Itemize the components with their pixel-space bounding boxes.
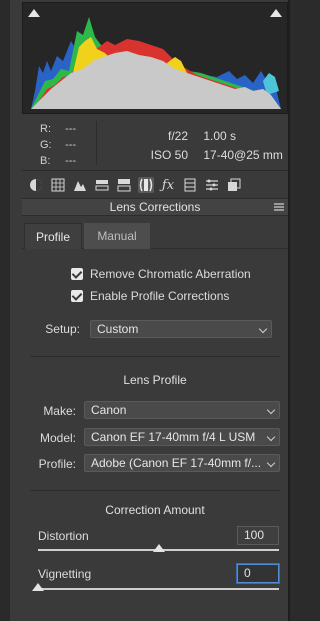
chevron-down-icon bbox=[266, 432, 276, 442]
rgb-readout: R: --- G: --- B: --- bbox=[40, 121, 76, 169]
panel-tabs-toolbar: ƒx bbox=[22, 173, 288, 197]
model-value: Canon EF 17-40mm f/4 L USM bbox=[91, 430, 256, 444]
correction-amount-heading: Correction Amount bbox=[105, 503, 205, 517]
distortion-slider-thumb[interactable] bbox=[152, 544, 165, 552]
remove-ca-option[interactable]: Remove Chromatic Aberration bbox=[71, 266, 251, 282]
snapshots-icon[interactable] bbox=[226, 177, 242, 193]
profile-value: Adobe (Canon EF 17-40mm f/... bbox=[91, 456, 262, 470]
profile-select[interactable]: Adobe (Canon EF 17-40mm f/... bbox=[84, 454, 280, 472]
setup-label: Setup: bbox=[45, 322, 80, 336]
presets-icon[interactable] bbox=[204, 177, 220, 193]
aperture-value: f/22 bbox=[167, 129, 188, 143]
split-toning-icon[interactable] bbox=[116, 177, 132, 193]
chevron-down-icon bbox=[266, 405, 276, 415]
lens-profile-heading: Lens Profile bbox=[123, 373, 187, 387]
green-readout: G: --- bbox=[40, 137, 76, 153]
make-value: Canon bbox=[91, 403, 127, 417]
chevron-down-icon bbox=[258, 324, 268, 334]
vignetting-slider-thumb[interactable] bbox=[32, 583, 44, 591]
remove-ca-checkbox[interactable] bbox=[71, 268, 83, 280]
blue-value: --- bbox=[65, 155, 77, 167]
model-select[interactable]: Canon EF 17-40mm f/4 L USM bbox=[84, 428, 280, 446]
image-info: R: --- G: --- B: --- f/22 1.00 s ISO 50 … bbox=[22, 117, 288, 171]
remove-ca-label: Remove Chromatic Aberration bbox=[90, 267, 251, 281]
distortion-label: Distortion bbox=[38, 529, 89, 543]
vignetting-slider-track[interactable] bbox=[38, 588, 279, 590]
model-label: Model: bbox=[39, 431, 76, 445]
histogram bbox=[22, 2, 288, 114]
lens-corrections-icon[interactable] bbox=[138, 177, 154, 193]
vignetting-label: Vignetting bbox=[38, 567, 92, 581]
red-readout: R: --- bbox=[40, 121, 76, 137]
green-label: G: bbox=[40, 139, 52, 151]
info-divider bbox=[96, 121, 97, 165]
red-value: --- bbox=[65, 123, 77, 135]
lens-corrections-panel: R: --- G: --- B: --- f/22 1.00 s ISO 50 … bbox=[0, 0, 290, 621]
lens-value: 17-40@25 mm bbox=[203, 148, 283, 162]
exif-info: f/22 1.00 s ISO 50 17-40@25 mm bbox=[140, 127, 283, 165]
fx-icon[interactable]: ƒx bbox=[160, 177, 176, 193]
tab-manual[interactable]: Manual bbox=[84, 223, 150, 249]
tab-profile[interactable]: Profile bbox=[24, 223, 82, 249]
distortion-input[interactable]: 100 bbox=[237, 526, 279, 545]
panel-header: Lens Corrections bbox=[22, 198, 288, 216]
histogram-graph bbox=[31, 17, 281, 109]
camera-calibration-icon[interactable] bbox=[182, 177, 198, 193]
make-select[interactable]: Canon bbox=[84, 401, 280, 419]
enable-profile-option[interactable]: Enable Profile Corrections bbox=[71, 288, 229, 304]
lens-tabs: Profile Manual bbox=[22, 223, 288, 249]
shutter-value: 1.00 s bbox=[203, 129, 237, 143]
enable-profile-label: Enable Profile Corrections bbox=[90, 289, 230, 303]
blue-label: B: bbox=[40, 155, 51, 167]
divider bbox=[30, 490, 280, 491]
setup-select[interactable]: Custom bbox=[90, 320, 272, 338]
setup-value: Custom bbox=[97, 322, 139, 336]
divider bbox=[30, 356, 280, 357]
iso-value: ISO 50 bbox=[150, 148, 188, 162]
detail-icon[interactable] bbox=[72, 177, 88, 193]
panel-title: Lens Corrections bbox=[109, 200, 201, 214]
green-value: --- bbox=[65, 139, 77, 151]
basic-icon[interactable] bbox=[28, 177, 44, 193]
vignetting-input[interactable]: 0 bbox=[237, 564, 279, 583]
tone-curve-icon[interactable] bbox=[50, 177, 66, 193]
hsl-icon[interactable] bbox=[94, 177, 110, 193]
enable-profile-checkbox[interactable] bbox=[71, 290, 83, 302]
make-label: Make: bbox=[43, 404, 76, 418]
profile-label: Profile: bbox=[38, 457, 76, 471]
chevron-down-icon bbox=[266, 458, 276, 468]
panel-menu-icon[interactable] bbox=[274, 202, 284, 212]
blue-readout: B: --- bbox=[40, 153, 76, 169]
red-label: R: bbox=[40, 123, 51, 135]
